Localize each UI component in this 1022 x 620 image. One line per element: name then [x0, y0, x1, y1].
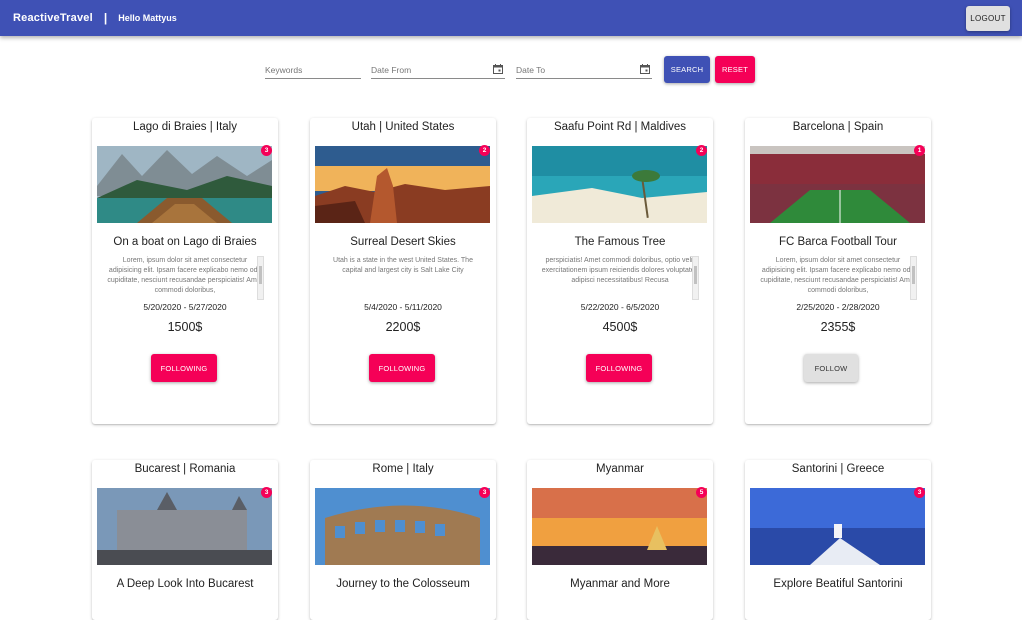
keywords-input[interactable]: Keywords — [265, 56, 361, 79]
scrollbar-thumb[interactable] — [694, 266, 697, 284]
date-to-input[interactable]: Date To — [516, 56, 652, 79]
trip-image[interactable] — [97, 488, 272, 565]
trip-location: Utah | United States — [351, 121, 455, 133]
description-scrollbar[interactable] — [910, 256, 917, 300]
trip-location: Saafu Point Rd | Maldives — [553, 121, 687, 133]
calendar-icon[interactable] — [493, 64, 503, 74]
trip-image[interactable] — [750, 488, 925, 565]
reset-button[interactable]: RESET — [715, 56, 755, 83]
date-to-placeholder: Date To — [516, 65, 546, 75]
description-scrollbar[interactable] — [692, 256, 699, 300]
trip-card: Rome | Italy 3 Journey to the Colosseum — [310, 460, 496, 620]
trip-card: Utah | United States 2 Surreal Desert Sk… — [310, 118, 496, 424]
trip-dates: 5/4/2020 - 5/11/2020 — [364, 302, 442, 312]
trip-price: 2200$ — [385, 320, 421, 334]
trip-dates: 5/20/2020 - 5/27/2020 — [143, 302, 227, 312]
trip-location: Rome | Italy — [372, 463, 434, 475]
trip-dates: 2/25/2020 - 2/28/2020 — [796, 302, 880, 312]
scrollbar-thumb[interactable] — [259, 266, 262, 284]
follow-button[interactable]: FOLLOW — [804, 354, 858, 382]
trip-title: A Deep Look Into Bucarest — [116, 578, 254, 590]
keywords-placeholder: Keywords — [265, 65, 303, 75]
follower-count-badge: 2 — [479, 145, 490, 156]
trip-image[interactable] — [532, 488, 707, 565]
follower-count-badge: 3 — [914, 487, 925, 498]
trip-title: Journey to the Colosseum — [336, 578, 470, 590]
trip-description: Utah is a state in the west United State… — [333, 257, 473, 274]
follower-count-badge: 2 — [696, 145, 707, 156]
trip-card: Barcelona | Spain 1 FC Barca Football To… — [745, 118, 931, 424]
trip-image[interactable] — [532, 146, 707, 223]
trip-location: Myanmar — [596, 463, 644, 475]
trip-location: Lago di Braies | Italy — [133, 121, 237, 133]
trip-description: Lorem, ipsum dolor sit amet consectetur … — [760, 257, 916, 294]
trip-card: Myanmar 5 Myanmar and More — [527, 460, 713, 620]
trip-title: Myanmar and More — [570, 578, 670, 590]
trip-price: 2355$ — [820, 320, 856, 334]
trip-location: Bucarest | Romania — [134, 463, 236, 475]
calendar-icon[interactable] — [640, 64, 650, 74]
trip-description: Lorem, ipsum dolor sit amet consectetur … — [107, 257, 263, 294]
trip-price: 4500$ — [602, 320, 638, 334]
follower-count-badge: 3 — [261, 145, 272, 156]
trip-description: perspiciatis! Amet commodi doloribus, op… — [541, 257, 699, 284]
trip-location: Barcelona | Spain — [792, 121, 884, 133]
trip-title: Surreal Desert Skies — [350, 236, 456, 248]
trip-card: Lago di Braies | Italy 3 On a boat on La… — [92, 118, 278, 424]
trip-image[interactable] — [750, 146, 925, 223]
trip-image[interactable] — [315, 146, 490, 223]
trip-card: Bucarest | Romania 3 A Deep Look Into Bu… — [92, 460, 278, 620]
following-button[interactable]: FOLLOWING — [151, 354, 217, 382]
search-button[interactable]: SEARCH — [664, 56, 710, 83]
trip-card: Saafu Point Rd | Maldives 2 The Famous T… — [527, 118, 713, 424]
trip-title: Explore Beatiful Santorini — [773, 578, 903, 590]
trip-price: 1500$ — [167, 320, 203, 334]
date-from-input[interactable]: Date From — [371, 56, 505, 79]
description-scrollbar[interactable] — [257, 256, 264, 300]
trip-location: Santorini | Greece — [791, 463, 885, 475]
trip-image[interactable] — [97, 146, 272, 223]
follower-count-badge: 3 — [479, 487, 490, 498]
trip-title: The Famous Tree — [574, 236, 666, 248]
app-bar: ReactiveTravel | Hello Mattyus LOGOUT — [0, 0, 1022, 36]
trip-dates: 5/22/2020 - 6/5/2020 — [580, 302, 660, 312]
trip-image[interactable] — [315, 488, 490, 565]
brand-logo-text[interactable]: ReactiveTravel — [13, 12, 93, 24]
follower-count-badge: 1 — [914, 145, 925, 156]
date-from-placeholder: Date From — [371, 65, 412, 75]
following-button[interactable]: FOLLOWING — [369, 354, 435, 382]
following-button[interactable]: FOLLOWING — [586, 354, 652, 382]
header-separator: | — [103, 11, 108, 25]
follower-count-badge: 3 — [261, 487, 272, 498]
trip-title: FC Barca Football Tour — [778, 236, 898, 248]
user-greeting: Hello Mattyus — [118, 13, 177, 23]
logout-button[interactable]: LOGOUT — [966, 6, 1010, 31]
follower-count-badge: 5 — [696, 487, 707, 498]
trip-card: Santorini | Greece 3 Explore Beatiful Sa… — [745, 460, 931, 620]
scrollbar-thumb[interactable] — [912, 266, 915, 284]
trip-title: On a boat on Lago di Braies — [113, 236, 257, 248]
